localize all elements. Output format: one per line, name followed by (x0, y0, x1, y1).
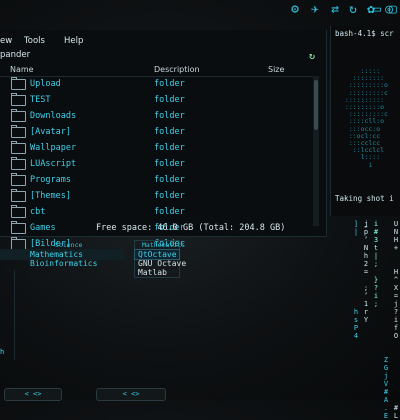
folder-icon (11, 221, 26, 234)
terminal-window[interactable]: bash-4.1$ scr ::::: :::::::: :::::::::o … (330, 26, 400, 216)
file-row[interactable]: TEST folder (0, 92, 318, 108)
folder-icon (11, 109, 26, 122)
column-size[interactable]: Size (268, 65, 284, 74)
file-description: folder (154, 95, 185, 105)
file-row[interactable]: Downloads folder (0, 108, 318, 124)
bird-icon[interactable]: ✈ (307, 2, 323, 18)
file-row[interactable]: Upload folder (0, 76, 318, 92)
file-description: folder (154, 79, 185, 89)
matrix-column: ʝ p ʼ N h 2 = ; ʼ 1 r Y (363, 220, 369, 324)
window-icon[interactable]: ▢ (386, 2, 400, 18)
menu-item-bioinformatics[interactable]: Bioinformatics (30, 259, 97, 268)
file-name: cbt (30, 207, 46, 217)
file-description: folder (154, 111, 185, 121)
free-space-status: Free space: 46.0 GB (Total: 204.8 GB) (96, 223, 286, 233)
bottom-bar: < <> < <> (0, 386, 240, 401)
menu-item-gnu-octave[interactable]: GNU Octave (138, 259, 186, 268)
matrix-column: U N H + H ^ X = j ? i f O # L (393, 220, 399, 420)
file-description: folder (154, 207, 185, 217)
toggle-icon[interactable]: ⇄ (327, 2, 343, 18)
terminal-output: Taking shot i (335, 194, 394, 203)
file-row[interactable]: LUAscript folder (0, 156, 318, 172)
ascii-logo: ::::: :::::::: :::::::::o :::::::::c :::… (341, 67, 400, 169)
menu-help[interactable]: Help (64, 36, 83, 46)
taskbar-button-2[interactable]: < <> (96, 388, 166, 401)
file-name: Downloads (30, 111, 77, 121)
menu-item-matlab[interactable]: Matlab (138, 268, 167, 277)
menu-item-mathematics[interactable]: Mathematics (30, 250, 83, 259)
folder-icon (11, 141, 26, 154)
matrix-column: i # 3 t | ; } ? i ; (373, 220, 379, 308)
file-description: folder (154, 191, 185, 201)
file-row[interactable]: [Avatar] folder (0, 124, 318, 140)
file-name: [Avatar] (30, 127, 71, 137)
file-description: folder (154, 159, 185, 169)
scrollbar-thumb[interactable] (314, 80, 318, 130)
folder-icon (11, 205, 26, 218)
path-label: pander (0, 50, 31, 60)
folder-icon (11, 173, 26, 186)
file-row[interactable]: cbt folder (0, 204, 318, 220)
taskbar-button-1[interactable]: < <> (4, 388, 62, 401)
file-description: folder (154, 143, 185, 153)
folder-icon (11, 157, 26, 170)
matrix-column: ] | h s P 4 (353, 220, 359, 340)
left-panel-text: h (0, 348, 5, 356)
refresh-icon[interactable]: ↻ (306, 51, 318, 63)
left-side-panel: h (0, 270, 15, 360)
column-name[interactable]: Name (10, 65, 34, 74)
file-name: Upload (30, 79, 61, 89)
file-manager-window: ew Tools Help pander ↻ Name Description … (0, 30, 327, 250)
scrollbar[interactable] (313, 76, 319, 226)
folder-icon (11, 93, 26, 106)
file-row[interactable]: [Themes] folder (0, 188, 318, 204)
file-description: folder (154, 127, 185, 137)
menu-category-title: Science (55, 241, 83, 249)
ascii-line: i (341, 160, 373, 169)
chat-icon[interactable]: ▭ (369, 2, 385, 18)
menu-tools[interactable]: Tools (24, 36, 45, 46)
file-name: Programs (30, 175, 71, 185)
submenu-title: Mathematics (142, 241, 186, 249)
file-description: folder (154, 175, 185, 185)
file-name: TEST (30, 95, 51, 105)
file-name: LUAscript (30, 159, 77, 169)
terminal-prompt: bash-4.1$ scr (335, 29, 394, 38)
file-row[interactable]: Programs folder (0, 172, 318, 188)
refresh-icon[interactable]: ↻ (345, 2, 361, 18)
matrix-column: Z G j V # A . E (383, 356, 389, 420)
file-name: Games (30, 223, 56, 233)
file-name: Wallpaper (30, 143, 77, 153)
file-row[interactable]: Wallpaper folder (0, 140, 318, 156)
menu-view[interactable]: ew (0, 36, 12, 46)
steam-icon[interactable]: ⚙ (287, 2, 303, 18)
matrix-text-widget: ] | h s P 4 ʝ p ʼ N h 2 = ; ʼ 1 r Y i # … (346, 220, 400, 420)
menu-item-qtoctave[interactable]: QtOctave (138, 250, 177, 259)
file-name: [Themes] (30, 191, 71, 201)
folder-icon (11, 125, 26, 138)
folder-icon (11, 189, 26, 202)
column-description[interactable]: Description (154, 65, 200, 74)
folder-icon (11, 77, 26, 90)
